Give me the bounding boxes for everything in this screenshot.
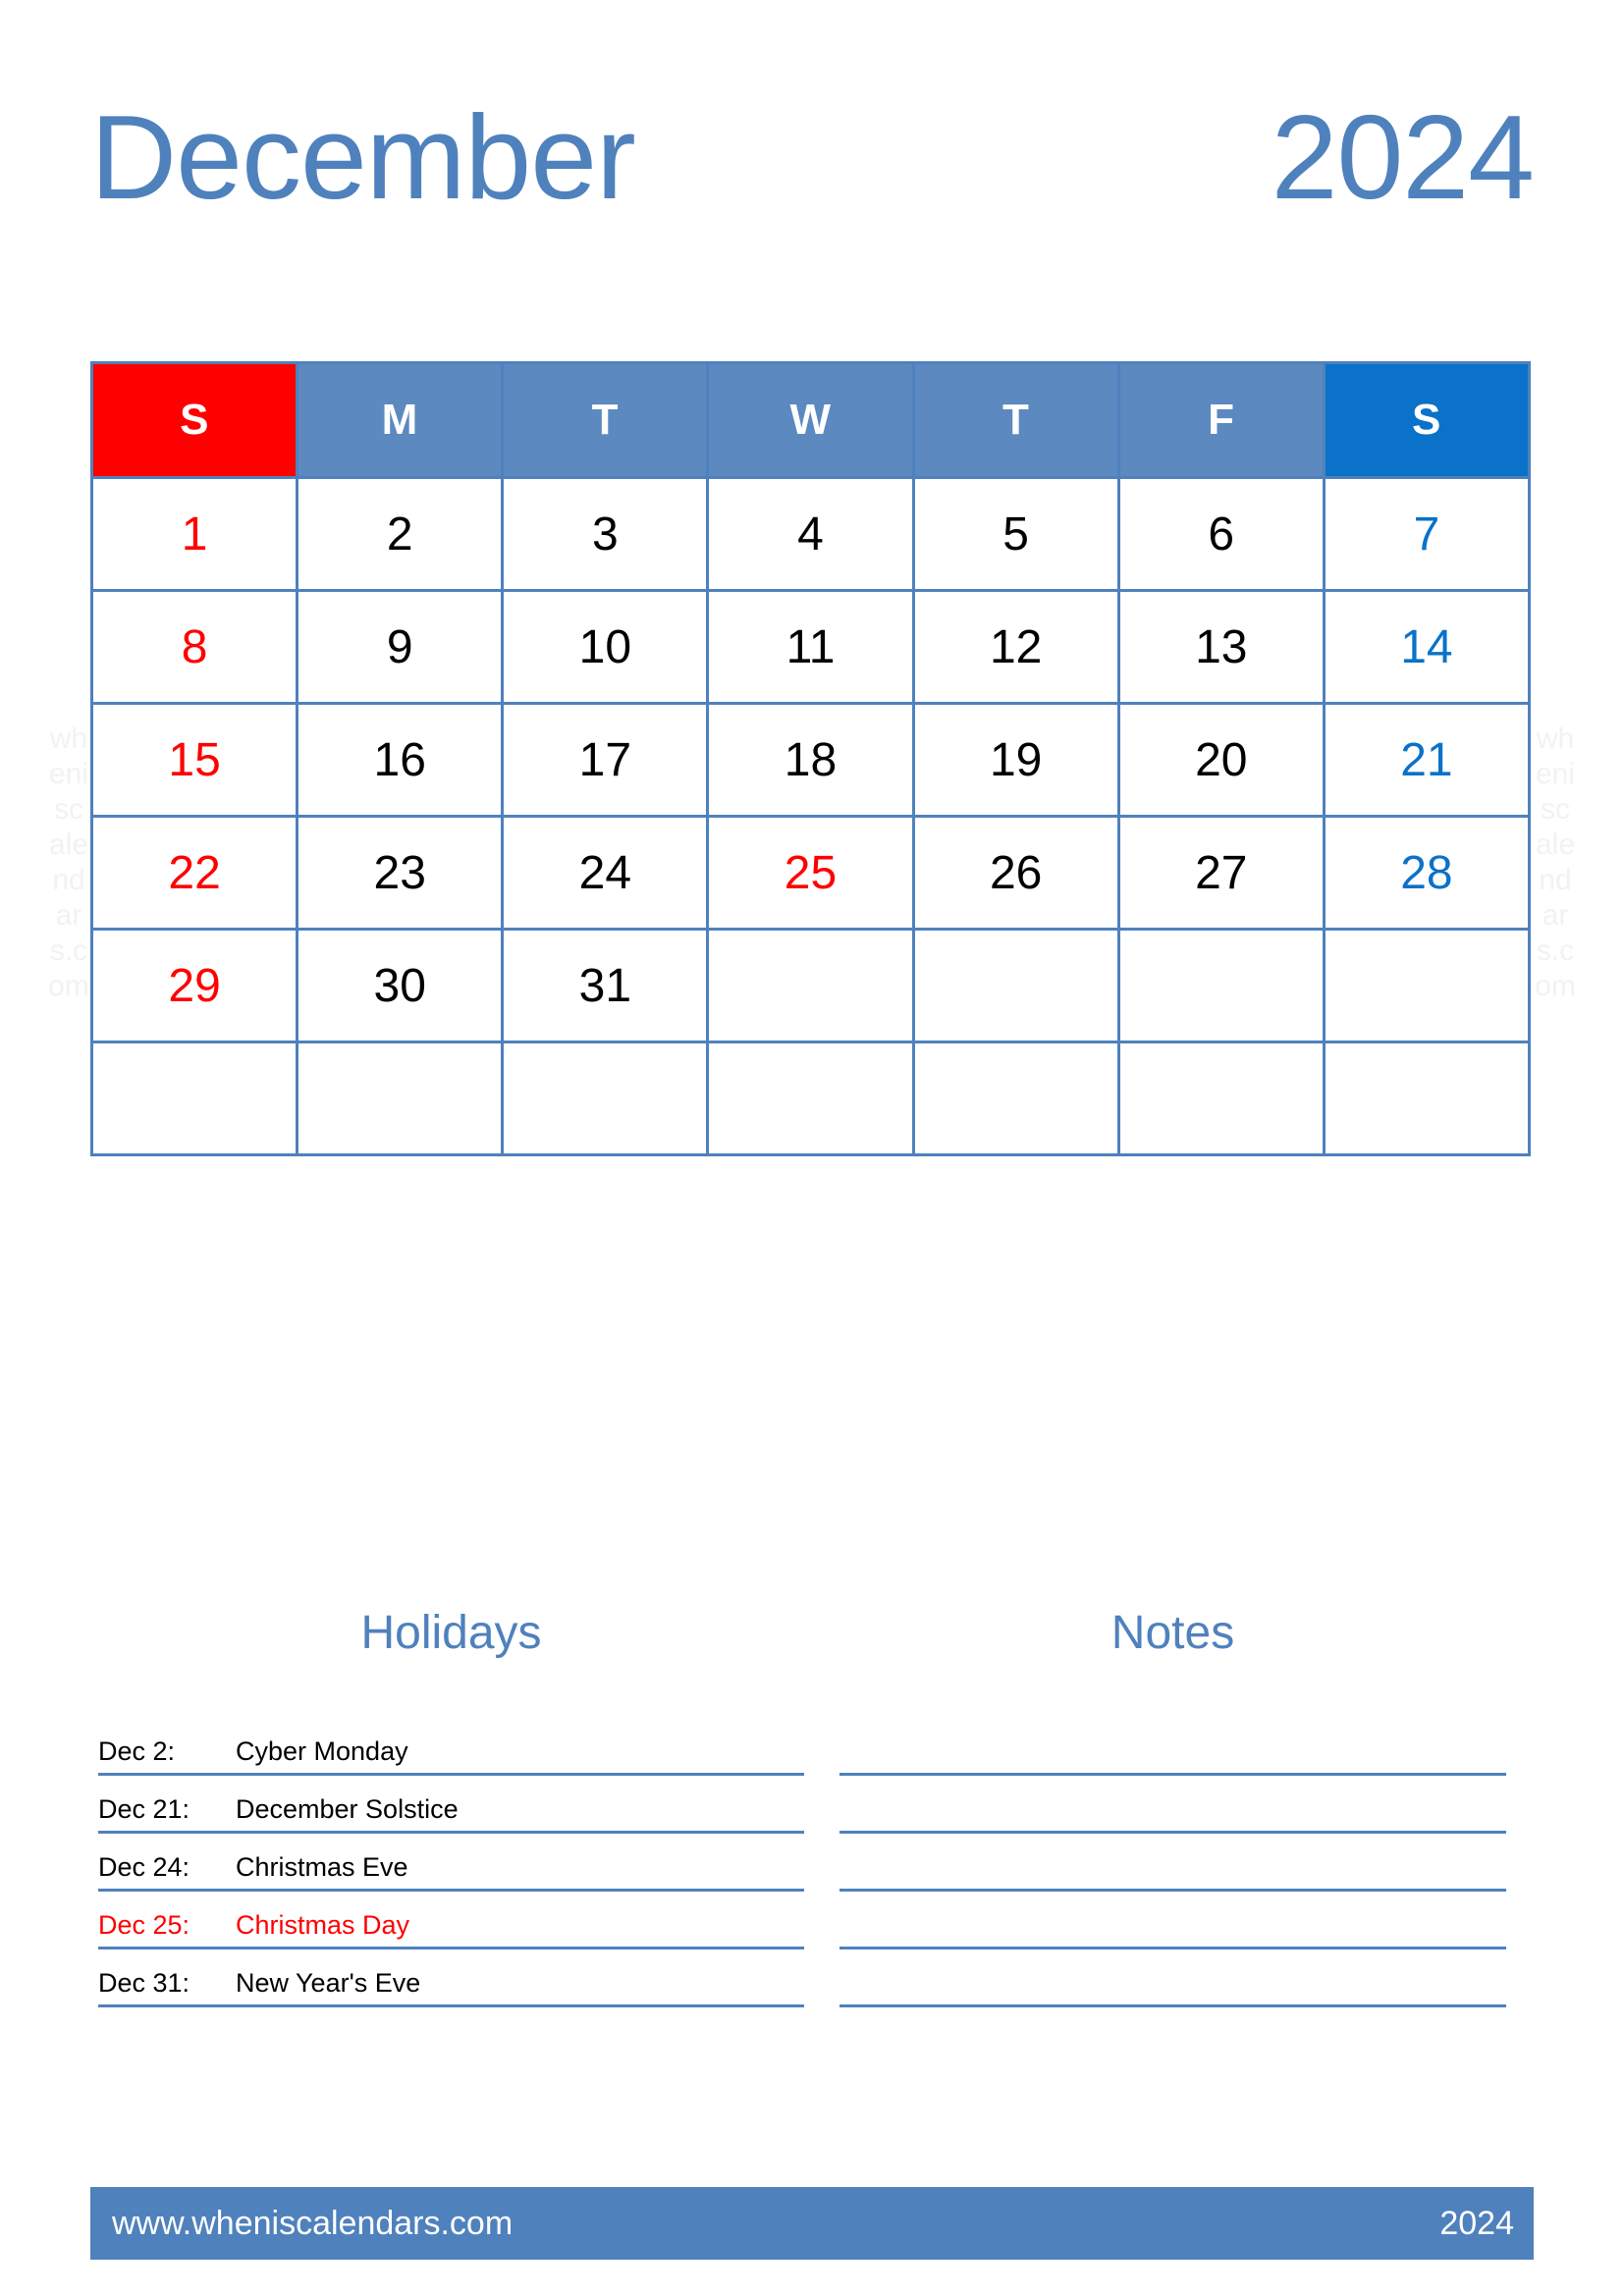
- calendar-day-cell[interactable]: 18: [706, 702, 915, 818]
- calendar-day-cell[interactable]: 3: [501, 476, 710, 592]
- calendar-day-cell[interactable]: 20: [1116, 702, 1326, 818]
- calendar-empty-cell: [706, 1041, 915, 1156]
- calendar-day-cell[interactable]: 7: [1322, 476, 1532, 592]
- weekday-header-sunday-0: S: [89, 361, 299, 479]
- holiday-row: Dec 31: New Year's Eve: [98, 1949, 804, 2007]
- calendar-week-row: [89, 1041, 1532, 1156]
- calendar-day-cell[interactable]: 28: [1322, 815, 1532, 931]
- holiday-row: Dec 2: Cyber Monday: [98, 1718, 804, 1776]
- calendar-day-cell[interactable]: 16: [296, 702, 505, 818]
- calendar-day-cell[interactable]: 23: [296, 815, 505, 931]
- calendar-day-cell[interactable]: 10: [501, 589, 710, 705]
- weekday-header-weekday-3: W: [706, 361, 915, 479]
- holiday-date: Dec 21:: [98, 1794, 190, 1824]
- calendar-empty-cell: [501, 1041, 710, 1156]
- calendar-body: 1 2 3 4 5 6 7 8 9 10 11 12 13 14 15 16 17 18 19 20 21 22 23 24 2…: [89, 476, 1532, 1156]
- calendar-week-row: 1234567: [89, 476, 1532, 592]
- calendar-day-cell[interactable]: 8: [89, 589, 299, 705]
- watermark-right: wheniscalendars.com: [1535, 722, 1576, 1002]
- calendar-day-cell[interactable]: 27: [1116, 815, 1326, 931]
- calendar-empty-cell: [296, 1041, 505, 1156]
- holiday-date: Dec 31:: [98, 1968, 190, 1998]
- calendar-empty-cell: [1116, 928, 1326, 1043]
- calendar-grid: SMTWTFS 1 2 3 4 5 6 7 8 9 10 11 12 13 14 15 16 17 18 19 20 2…: [89, 361, 1532, 1156]
- calendar-week-row: 29 30 31: [89, 928, 1532, 1043]
- note-line[interactable]: [839, 1718, 1506, 1776]
- calendar-empty-cell: [706, 928, 915, 1043]
- calendar-day-cell[interactable]: 19: [911, 702, 1120, 818]
- holiday-name: Christmas Eve: [236, 1852, 408, 1882]
- watermark-left: wheniscalendars.com: [48, 722, 89, 1002]
- month-title: December: [90, 90, 636, 224]
- holiday-date: Dec 25:: [98, 1910, 190, 1940]
- calendar-day-cell[interactable]: 6: [1116, 476, 1326, 592]
- notes-panel: Notes: [812, 1610, 1534, 2007]
- holidays-list: Dec 2: Cyber Monday Dec 21: December Solsti…: [90, 1718, 812, 2007]
- calendar-day-cell[interactable]: 31: [501, 928, 710, 1043]
- holiday-name: New Year's Eve: [236, 1968, 421, 1998]
- calendar-day-cell[interactable]: 12: [911, 589, 1120, 705]
- calendar-day-cell[interactable]: 25: [706, 815, 915, 931]
- bottom-panels: Holidays Dec 2: Cyber Monday Dec 21: Decemb…: [90, 1610, 1534, 2007]
- holiday-row: Dec 24: Christmas Eve: [98, 1834, 804, 1892]
- holiday-name: Christmas Day: [236, 1910, 410, 1940]
- notes-heading: Notes: [1110, 1607, 1235, 1659]
- footer-year: 2024: [1439, 2205, 1514, 2242]
- holiday-name: December Solstice: [236, 1794, 459, 1824]
- note-line[interactable]: [839, 1834, 1506, 1892]
- holiday-date: Dec 24:: [98, 1852, 190, 1882]
- weekday-header-saturday-6: S: [1322, 361, 1532, 479]
- weekday-header-weekday-2: T: [501, 361, 710, 479]
- holiday-row: Dec 25: Christmas Day: [98, 1892, 804, 1949]
- calendar-day-cell[interactable]: 14: [1322, 589, 1532, 705]
- weekday-header-weekday-4: T: [911, 361, 1120, 479]
- holidays-panel: Holidays Dec 2: Cyber Monday Dec 21: Decemb…: [90, 1610, 812, 2007]
- calendar-empty-cell: [1322, 1041, 1532, 1156]
- calendar-table: SMTWTFS 1 2 3 4 5 6 7 8 9 10 11 12 13 14 15 16 17 18 19 20 2…: [89, 361, 1532, 1156]
- calendar-week-row: 22 23 24 25 26 27 28: [89, 815, 1532, 931]
- calendar-week-row: 15 16 17 18 19 20 21: [89, 702, 1532, 818]
- calendar-day-cell[interactable]: 9: [296, 589, 505, 705]
- calendar-day-cell[interactable]: 22: [89, 815, 299, 931]
- calendar-day-cell[interactable]: 15: [89, 702, 299, 818]
- calendar-empty-cell: [911, 1041, 1120, 1156]
- calendar-empty-cell: [1322, 928, 1532, 1043]
- holiday-date: Dec 2:: [98, 1736, 176, 1766]
- calendar-week-row: 8 9 10 11 12 13 14: [89, 589, 1532, 705]
- weekday-header-weekday-1: M: [296, 361, 505, 479]
- notes-lines: [812, 1718, 1534, 2007]
- calendar-empty-cell: [911, 928, 1120, 1043]
- calendar-day-cell[interactable]: 2: [296, 476, 505, 592]
- calendar-empty-cell: [1116, 1041, 1326, 1156]
- calendar-day-cell[interactable]: 30: [296, 928, 505, 1043]
- calendar-day-cell[interactable]: 26: [911, 815, 1120, 931]
- calendar-day-cell[interactable]: 4: [706, 476, 915, 592]
- calendar-day-cell[interactable]: 13: [1116, 589, 1326, 705]
- calendar-empty-cell: [89, 1041, 299, 1156]
- calendar-day-cell[interactable]: 24: [501, 815, 710, 931]
- calendar-day-cell[interactable]: 17: [501, 702, 710, 818]
- calendar-header-row: SMTWTFS: [89, 361, 1532, 479]
- note-line[interactable]: [839, 1949, 1506, 2007]
- weekday-header-row: SMTWTFS: [89, 361, 1532, 479]
- footer-website[interactable]: www.wheniscalendars.com: [112, 2207, 513, 2240]
- year-title: 2024: [1271, 90, 1535, 224]
- calendar-day-cell[interactable]: 11: [706, 589, 915, 705]
- holiday-row: Dec 21: December Solstice: [98, 1776, 804, 1834]
- calendar-day-cell[interactable]: 5: [911, 476, 1120, 592]
- note-line[interactable]: [839, 1776, 1506, 1834]
- weekday-header-weekday-5: F: [1116, 361, 1326, 479]
- note-line[interactable]: [839, 1892, 1506, 1949]
- page-title: December 2024: [90, 79, 1535, 236]
- holiday-name: Cyber Monday: [236, 1736, 408, 1766]
- holidays-heading: Holidays: [360, 1607, 542, 1659]
- calendar-day-cell[interactable]: 29: [89, 928, 299, 1043]
- calendar-day-cell[interactable]: 21: [1322, 702, 1532, 818]
- calendar-day-cell[interactable]: 1: [89, 476, 299, 592]
- footer-bar: www.wheniscalendars.com 2024: [90, 2187, 1534, 2260]
